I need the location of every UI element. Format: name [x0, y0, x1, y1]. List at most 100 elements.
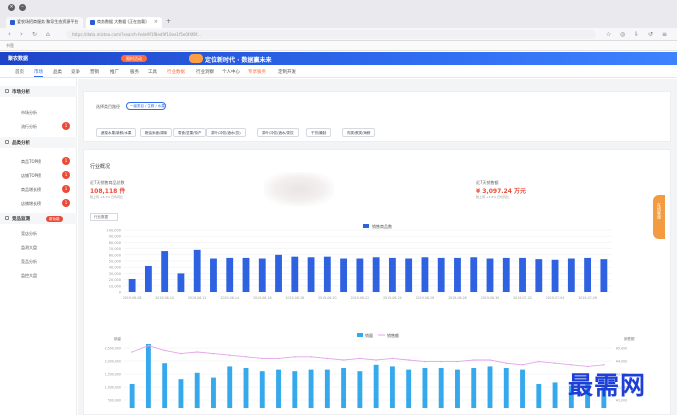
- menu-item[interactable]: 专享服务: [248, 69, 266, 75]
- url-input[interactable]: https://data.mistoo.com/?search-fede9f1f…: [66, 30, 596, 39]
- menu-item[interactable]: 市场: [34, 69, 43, 77]
- stat-sub: 较上周 +1.8% 日均同比: [476, 195, 510, 199]
- sidebar-item-goods-top[interactable]: 商品TOP榜 1: [0, 155, 77, 167]
- y-tick-label: 80,000: [109, 241, 121, 245]
- line-point: [424, 360, 426, 363]
- bar: [502, 257, 510, 292]
- line-point: [505, 362, 508, 364]
- sidebar-item-trend[interactable]: 流行分析 1: [0, 120, 77, 132]
- line-point: [261, 357, 264, 360]
- download-icon[interactable]: ⇩: [634, 31, 639, 38]
- line-point: [326, 357, 329, 360]
- right-axis-title: 销售额: [624, 336, 635, 341]
- category-chip[interactable]: 蔬菜水果/新鲜/水果: [96, 128, 137, 137]
- sidebar-item-shop-growth[interactable]: 店铺增长榜 1: [0, 197, 77, 209]
- bar: [552, 382, 558, 408]
- sidebar-section-monitor[interactable]: 竞品监测 新功能: [0, 213, 77, 224]
- app-logo[interactable]: 聚农数据: [8, 55, 28, 62]
- sidebar-item-shop-analysis[interactable]: 竞店分析: [0, 227, 77, 239]
- x-tick-label: 2019-06-24: [383, 296, 402, 300]
- sidebar-item-goods-growth[interactable]: 商品增长榜 1: [0, 183, 77, 195]
- bar: [307, 257, 315, 292]
- line-point: [391, 357, 394, 360]
- x-tick-label: 2019-06-10: [155, 296, 174, 300]
- promo-pill[interactable]: 限时活动: [121, 55, 147, 62]
- sidebar-item-shop-top[interactable]: 店铺TOP榜 1: [0, 169, 77, 181]
- app-header: 聚农数据 限时活动 定位新时代 · 数据赢未来: [0, 52, 677, 65]
- menu-item[interactable]: 营销: [90, 69, 99, 75]
- legend-label: 销量: [365, 332, 373, 338]
- sales-line: [131, 345, 604, 367]
- sidebar-item-market-analysis[interactable]: 市场分析: [0, 106, 77, 118]
- bar: [211, 377, 216, 408]
- tab-close-icon[interactable]: ×: [154, 19, 158, 25]
- browser-tab-1[interactable]: 爱农场招商服务 聚导生态资源平台: [6, 17, 83, 28]
- y-tick-label: 1,000,000: [105, 386, 121, 390]
- x-tick-label: 2019-07-02: [513, 296, 532, 300]
- category-chip[interactable]: 粮油米面/调味: [140, 128, 173, 137]
- bar: [226, 257, 234, 292]
- category-chip[interactable]: 茶叶/冲饮/酒水(饮): [206, 128, 246, 137]
- bar: [341, 368, 347, 408]
- data-tab[interactable]: 行业数据: [90, 213, 118, 221]
- browser-tabbar: 爱农场招商服务 聚导生态资源平台 商务数据 大数据 (正在加载) × +: [0, 14, 677, 28]
- new-tab-button[interactable]: +: [166, 18, 171, 25]
- line-point: [180, 352, 182, 355]
- close-window-button[interactable]: ×: [8, 4, 15, 11]
- bar: [340, 258, 348, 292]
- sidebar-item-goods-analysis[interactable]: 竞品分析: [0, 255, 77, 267]
- menu-icon[interactable]: ≡: [662, 31, 667, 38]
- sidebar-item-watch-board[interactable]: 监控大盘: [0, 269, 77, 281]
- category-chip[interactable]: 肉类/蛋类/海鲜: [342, 128, 376, 137]
- menu-item[interactable]: 行业数据: [167, 69, 185, 75]
- reload-button[interactable]: ↻: [32, 31, 37, 38]
- category-chip[interactable]: 零食/坚果/特产: [173, 128, 207, 137]
- menu-item[interactable]: 个人中心: [222, 69, 240, 75]
- filter-label: 选择类目路径: [96, 104, 120, 109]
- sidebar-section-market[interactable]: 市场分析: [0, 86, 77, 97]
- y-tick-label: 90,000: [109, 235, 121, 239]
- menu-item[interactable]: 品类: [53, 69, 62, 75]
- bar: [389, 366, 395, 408]
- back-button[interactable]: ‹: [8, 30, 11, 38]
- history-icon[interactable]: ↺: [648, 31, 653, 38]
- browser-tab-2[interactable]: 商务数据 大数据 (正在加载) ×: [86, 17, 162, 28]
- sidebar-item-label: 商品TOP榜: [21, 159, 42, 164]
- watermark-logo: 最需网: [568, 371, 647, 400]
- bar: [259, 371, 265, 408]
- category-select[interactable]: 一级类目 / 生鲜 / 水果 ▾: [126, 102, 166, 110]
- menu-item[interactable]: 首页: [15, 69, 24, 75]
- category-filter-card: 选择类目路径 一级类目 / 生鲜 / 水果 ▾ 蔬菜水果/新鲜/水果 粮油米面/调…: [83, 91, 671, 142]
- menu-item[interactable]: 工具: [148, 69, 157, 75]
- home-button[interactable]: ⌂: [46, 31, 50, 38]
- bar: [470, 257, 478, 292]
- extension-icon[interactable]: ◎: [620, 31, 625, 38]
- sidebar-section-category[interactable]: 品类分析: [0, 137, 77, 148]
- x-tick-label: 2019-06-08: [123, 296, 142, 300]
- bar: [438, 368, 444, 408]
- x-tick-label: 2019-07-06: [578, 296, 597, 300]
- customer-service-button[interactable]: 在线客服: [653, 195, 665, 239]
- menu-item[interactable]: 竞争: [71, 69, 80, 75]
- minimize-window-button[interactable]: –: [19, 4, 26, 11]
- forward-button[interactable]: ›: [20, 30, 23, 38]
- menu-item[interactable]: 定制开发: [278, 69, 296, 75]
- bar: [275, 254, 282, 292]
- sidebar-item-monitor-board[interactable]: 监测大盘: [0, 241, 77, 253]
- sidebar-item-label: 店铺增长榜: [21, 201, 41, 206]
- y-tick-label: 20,000: [109, 278, 121, 282]
- main-menu: 首页 市场 品类 竞争 营销 推广 服务 工具 行业数据 行业洞察 个人中心 专享服务 定制开发: [0, 65, 677, 78]
- badge: 1: [62, 199, 70, 207]
- bar: [437, 257, 445, 292]
- menu-item[interactable]: 行业洞察: [196, 69, 214, 75]
- x-tick-label: 2019-06-16: [253, 296, 272, 300]
- bar: [519, 257, 526, 292]
- star-icon[interactable]: ☆: [606, 31, 611, 38]
- bookmark-folder[interactable]: 书签: [6, 43, 14, 49]
- menu-item[interactable]: 服务: [130, 69, 139, 75]
- category-chip[interactable]: 茶叶/冲饮/酒水/茶饮: [257, 128, 299, 137]
- bar: [406, 369, 412, 408]
- menu-item[interactable]: 推广: [110, 69, 119, 75]
- bar: [177, 273, 185, 292]
- category-chip[interactable]: 干货/腌制: [306, 128, 332, 137]
